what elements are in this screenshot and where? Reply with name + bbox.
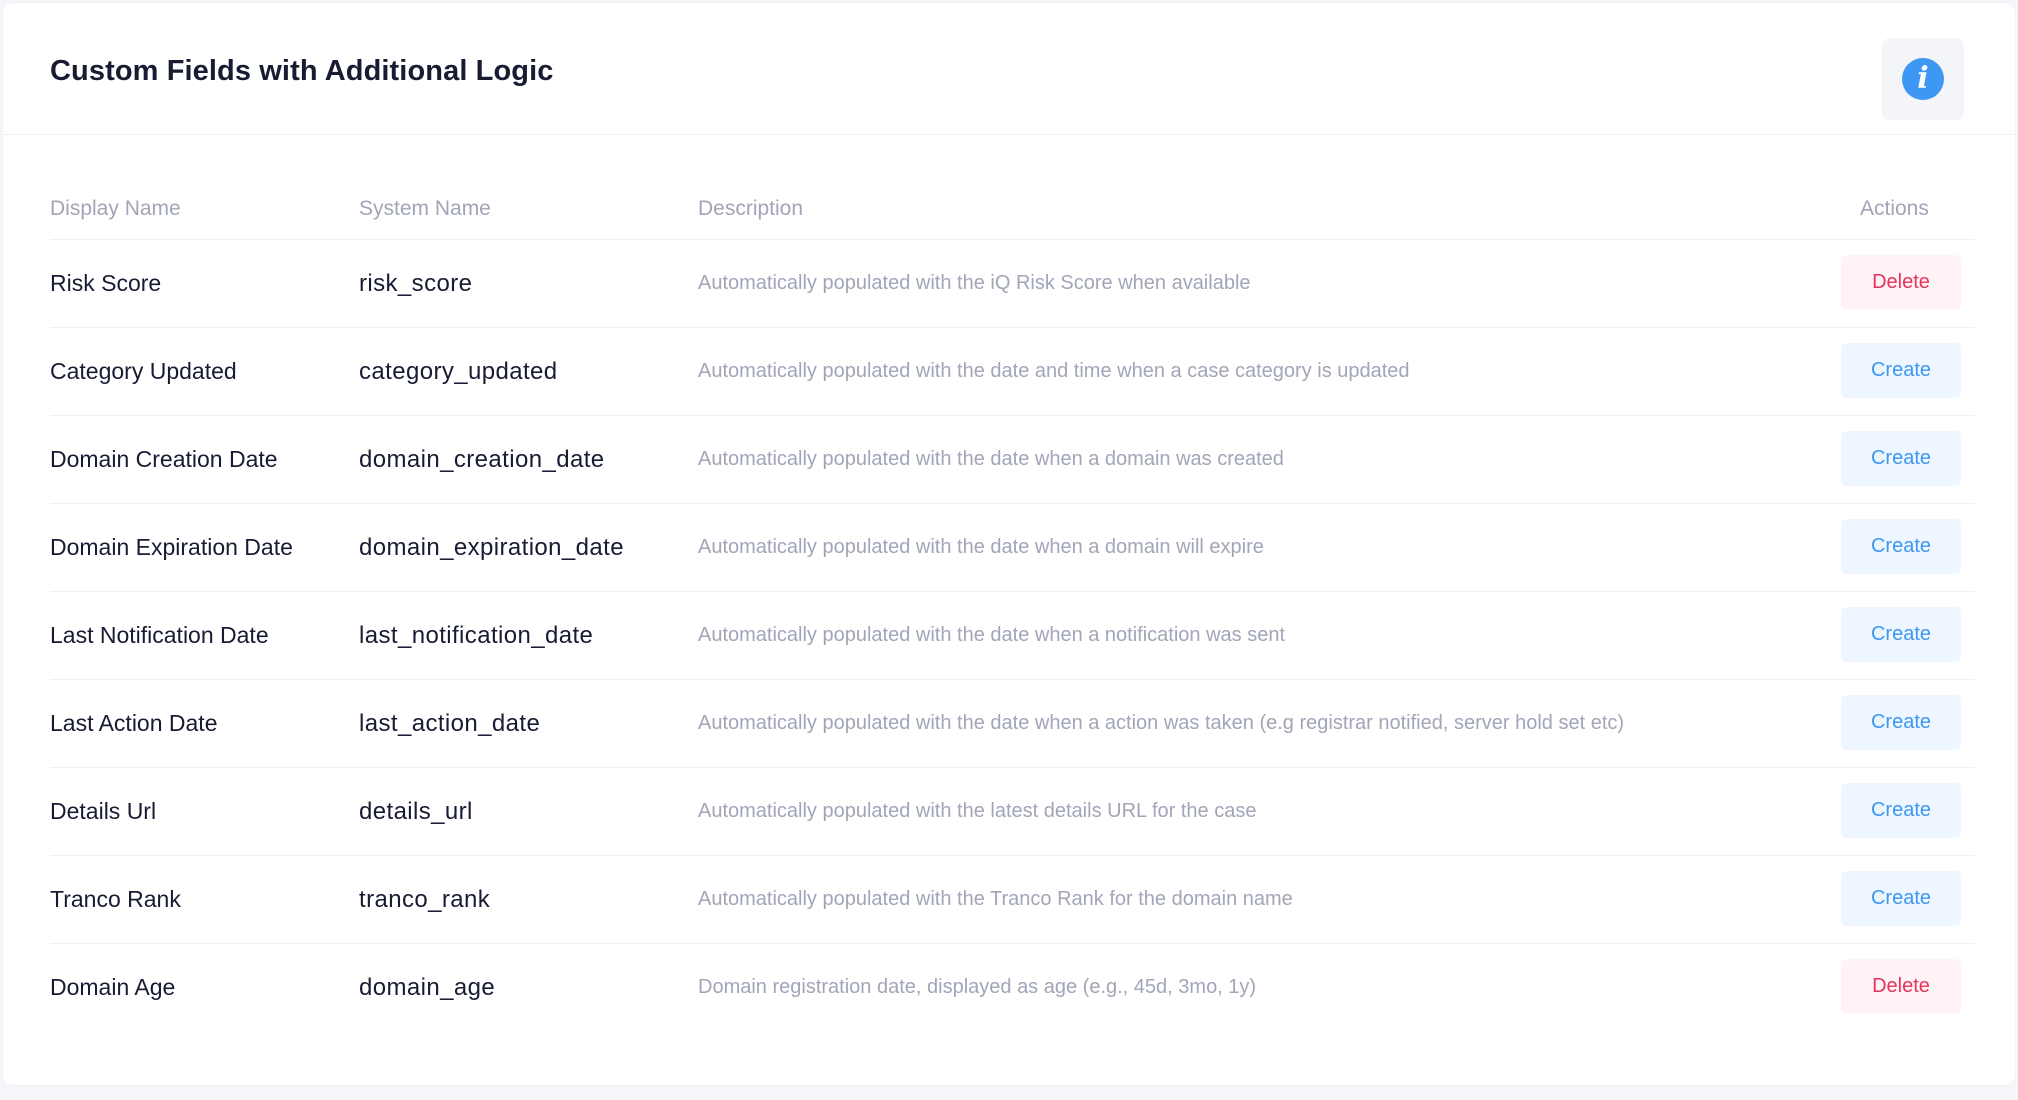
system-name-cell: last_notification_date — [359, 622, 594, 649]
info-button[interactable]: i — [1882, 38, 1964, 120]
create-button[interactable]: Create — [1841, 343, 1961, 398]
table-body: Risk Score risk_score Automatically popula… — [50, 240, 1975, 1031]
system-name-cell: details_url — [359, 798, 473, 825]
table-row: Domain Creation Date domain_creation_date… — [50, 416, 1975, 504]
create-button[interactable]: Create — [1841, 519, 1961, 574]
system-name-cell: domain_expiration_date — [359, 534, 624, 561]
column-header-actions: Actions — [1860, 197, 1929, 220]
delete-button[interactable]: Delete — [1841, 959, 1961, 1014]
system-name-cell: domain_creation_date — [359, 446, 605, 473]
display-name-cell: Risk Score — [50, 270, 162, 296]
display-name-cell: Tranco Rank — [50, 886, 181, 912]
system-name-cell: domain_age — [359, 974, 496, 1001]
description-cell: Automatically populated with the iQ Risk… — [698, 272, 1251, 294]
system-name-cell: tranco_rank — [359, 886, 491, 913]
table-row: Domain Expiration Date domain_expiration_… — [50, 504, 1975, 592]
create-button[interactable]: Create — [1841, 607, 1961, 662]
table-row: Tranco Rank tranco_rank Automatically popu… — [50, 856, 1975, 944]
column-header-description: Description — [698, 197, 804, 220]
system-name-cell: category_updated — [359, 358, 558, 385]
description-cell: Automatically populated with the date an… — [698, 360, 1410, 382]
table-row: Last Notification Date last_notification_… — [50, 592, 1975, 680]
column-header-system-name: System Name — [359, 197, 491, 220]
table-row: Last Action Date last_action_date Automati… — [50, 680, 1975, 768]
delete-button[interactable]: Delete — [1841, 255, 1961, 310]
custom-fields-card: Custom Fields with Additional Logic i Di… — [3, 3, 2015, 1085]
description-cell: Automatically populated with the date wh… — [698, 624, 1286, 646]
create-button[interactable]: Create — [1841, 871, 1961, 926]
display-name-cell: Last Action Date — [50, 710, 218, 736]
page-title: Custom Fields with Additional Logic — [50, 55, 554, 87]
table-row: Details Url details_url Automatically popu… — [50, 768, 1975, 856]
display-name-cell: Domain Age — [50, 974, 176, 1000]
info-icon: i — [1902, 58, 1944, 100]
system-name-cell: last_action_date — [359, 710, 541, 737]
description-cell: Domain registration date, displayed as a… — [698, 976, 1257, 998]
display-name-cell: Details Url — [50, 798, 157, 824]
description-cell: Automatically populated with the date wh… — [698, 712, 1625, 734]
system-name-cell: risk_score — [359, 270, 473, 297]
description-cell: Automatically populated with the Tranco … — [698, 888, 1293, 910]
description-cell: Automatically populated with the latest … — [698, 800, 1257, 822]
card-header: Custom Fields with Additional Logic i — [3, 3, 2015, 135]
description-cell: Automatically populated with the date wh… — [698, 448, 1284, 470]
create-button[interactable]: Create — [1841, 783, 1961, 838]
table-row: Domain Age domain_age Domain registration … — [50, 944, 1975, 1031]
description-cell: Automatically populated with the date wh… — [698, 536, 1264, 558]
display-name-cell: Category Updated — [50, 358, 237, 384]
display-name-cell: Domain Expiration Date — [50, 534, 293, 560]
column-header-display-name: Display Name — [50, 197, 181, 220]
table-row: Category Updated category_updated Automati… — [50, 328, 1975, 416]
table-row: Risk Score risk_score Automatically popula… — [50, 240, 1975, 328]
create-button[interactable]: Create — [1841, 695, 1961, 750]
custom-fields-table: Display Name System Name Description Act… — [50, 183, 1975, 1031]
table-header: Display Name System Name Description Act… — [50, 183, 1975, 240]
display-name-cell: Domain Creation Date — [50, 446, 278, 472]
create-button[interactable]: Create — [1841, 431, 1961, 486]
display-name-cell: Last Notification Date — [50, 622, 269, 648]
